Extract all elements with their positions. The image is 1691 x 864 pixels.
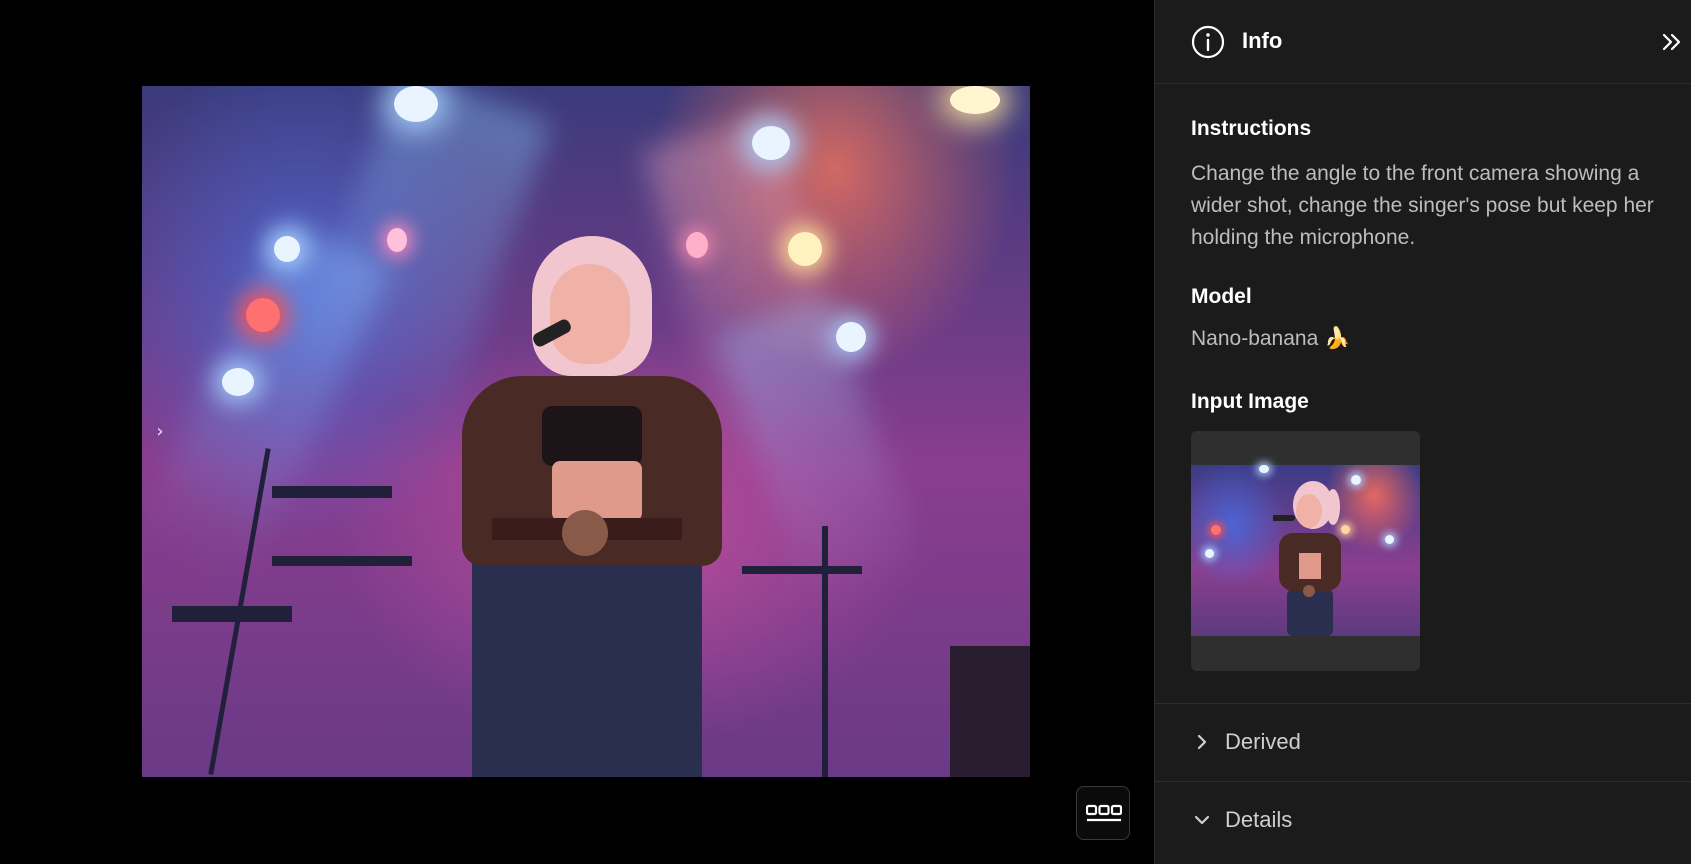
double-chevron-right-icon[interactable] bbox=[1659, 30, 1683, 54]
info-panel: Info Instructions Change the angle to th… bbox=[1154, 0, 1691, 864]
generated-image bbox=[142, 86, 1030, 777]
input-image bbox=[1191, 465, 1420, 636]
panel-header: Info bbox=[1155, 0, 1691, 84]
info-icon bbox=[1191, 25, 1225, 59]
image-viewer: › bbox=[0, 0, 1154, 864]
details-label: Details bbox=[1225, 807, 1293, 832]
input-image-thumbnail[interactable] bbox=[1191, 431, 1420, 671]
details-section-toggle[interactable]: Details bbox=[1155, 781, 1691, 859]
panel-title: Info bbox=[1242, 28, 1283, 53]
model-value: Nano-banana 🍌 bbox=[1191, 327, 1351, 350]
film-strip-button[interactable] bbox=[1076, 786, 1130, 840]
model-label: Model bbox=[1191, 285, 1252, 308]
input-image-label: Input Image bbox=[1191, 390, 1309, 413]
derived-section-toggle[interactable]: Derived bbox=[1155, 703, 1691, 781]
chevron-right-icon bbox=[1197, 734, 1207, 750]
instructions-label: Instructions bbox=[1191, 117, 1312, 140]
next-image-button[interactable]: › bbox=[152, 420, 168, 444]
film-strip-icon bbox=[1086, 804, 1122, 822]
instructions-text: Change the angle to the front camera sho… bbox=[1191, 162, 1654, 249]
chevron-down-icon bbox=[1194, 815, 1210, 825]
derived-label: Derived bbox=[1225, 729, 1301, 754]
chevron-right-icon: › bbox=[156, 421, 164, 442]
